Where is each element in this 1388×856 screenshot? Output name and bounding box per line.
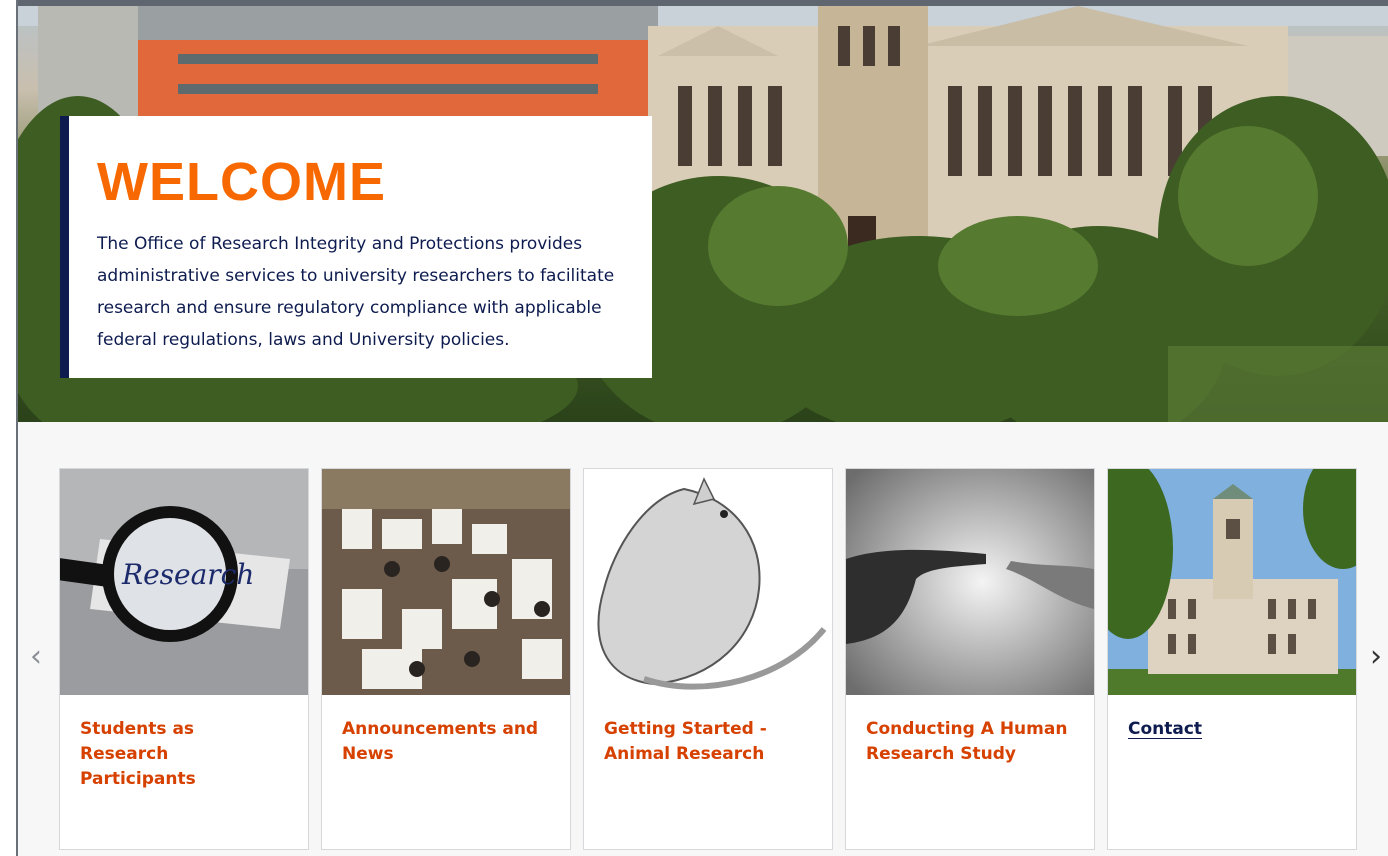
hands-touching-image (846, 469, 1094, 695)
card-label[interactable]: Announcements and News (322, 695, 570, 767)
poster-session-image (322, 469, 570, 695)
card-label[interactable]: Conducting A Human Research Study (846, 695, 1094, 767)
rat-illustration-image (584, 469, 832, 695)
card-label-contact[interactable]: Contact (1108, 695, 1356, 742)
card-animal-research[interactable]: Getting Started - Animal Research (583, 468, 833, 850)
chevron-left-icon[interactable]: ‹ (24, 642, 48, 672)
welcome-description: The Office of Research Integrity and Pro… (97, 234, 615, 350)
card-contact[interactable]: Contact (1107, 468, 1357, 850)
card-announcements-news[interactable]: Announcements and News (321, 468, 571, 850)
card-label[interactable]: Getting Started - Animal Research (584, 695, 832, 767)
card-label[interactable]: Students as Research Participants (60, 695, 308, 792)
card-students-research-participants[interactable]: Research Students as Research Participan… (59, 468, 309, 850)
university-building-image (1108, 469, 1356, 695)
quick-links-carousel: ‹ Research Students as Research Particip… (18, 422, 1388, 856)
window-left-border (0, 0, 18, 856)
magnifying-glass-image: Research (60, 469, 308, 695)
hero-banner: WELCOME The Office of Research Integrity… (18, 6, 1388, 422)
chevron-right-icon[interactable]: › (1364, 642, 1388, 672)
svg-text:Research: Research (121, 558, 254, 591)
card-human-research-study[interactable]: Conducting A Human Research Study (845, 468, 1095, 850)
welcome-title: WELCOME (97, 152, 386, 212)
welcome-card: WELCOME The Office of Research Integrity… (60, 116, 652, 378)
